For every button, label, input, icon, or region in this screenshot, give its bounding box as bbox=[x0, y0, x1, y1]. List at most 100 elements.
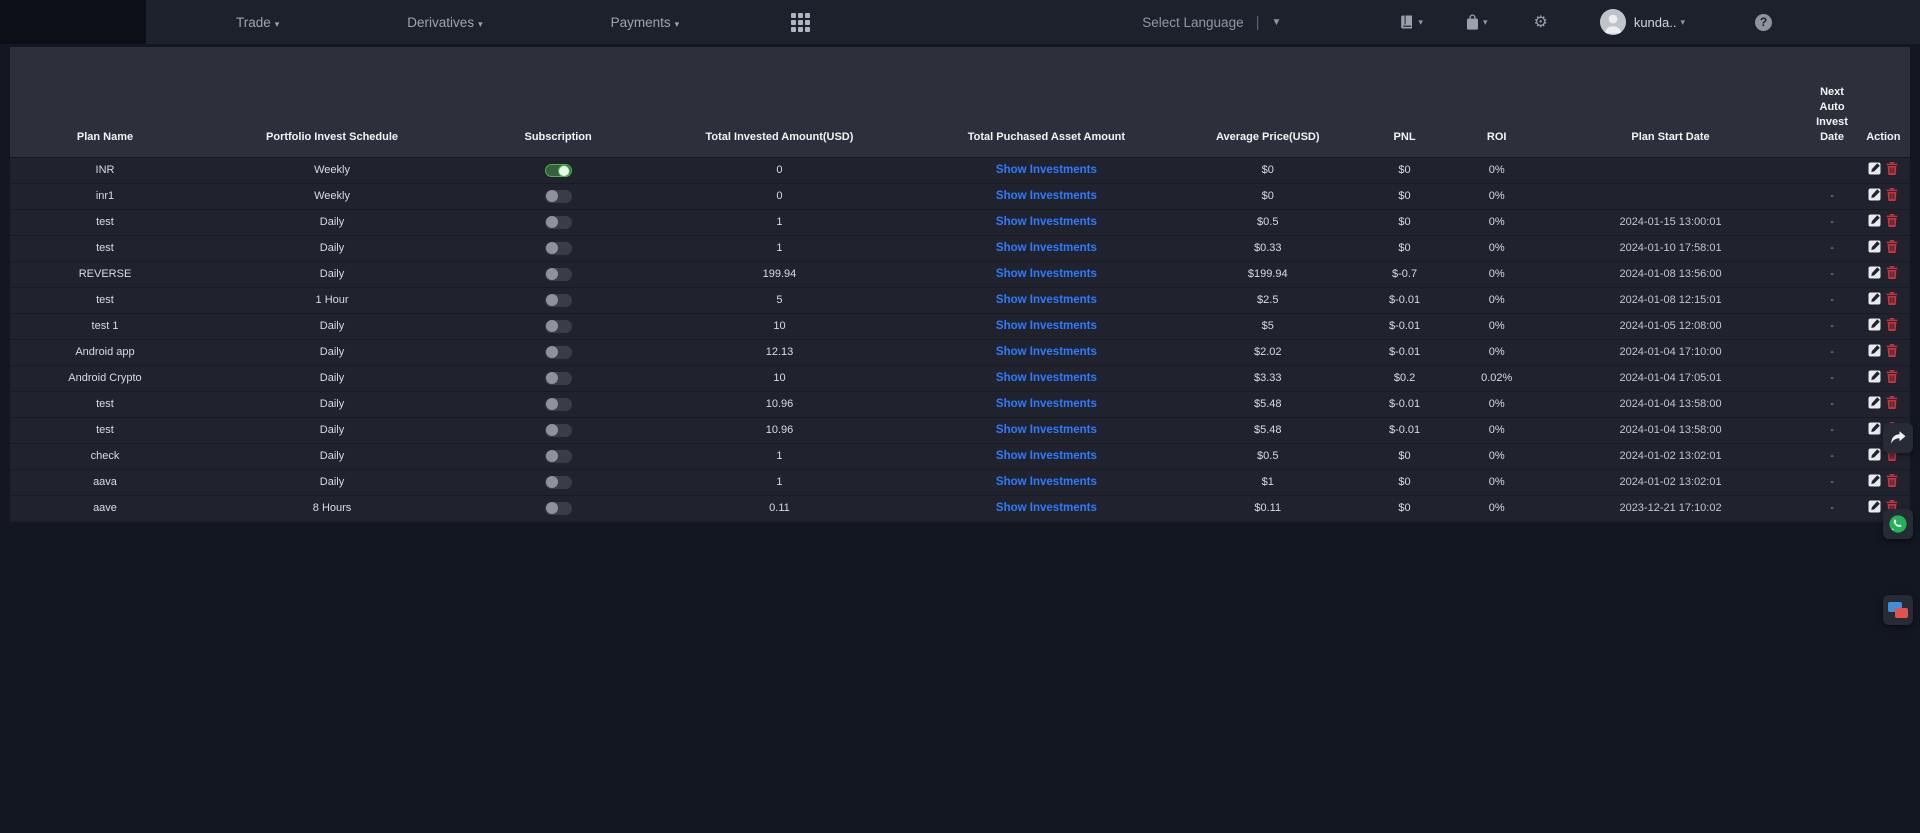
total-invested-cell: 10 bbox=[652, 314, 907, 340]
average-price-cell: $0 bbox=[1186, 158, 1349, 184]
edit-icon[interactable] bbox=[1868, 318, 1881, 331]
edit-icon[interactable] bbox=[1868, 422, 1881, 435]
plan-name-cell: aave bbox=[10, 496, 200, 523]
total-invested-cell: 1 bbox=[652, 470, 907, 496]
edit-icon[interactable] bbox=[1868, 162, 1881, 175]
show-investments-link[interactable]: Show Investments bbox=[996, 450, 1097, 462]
edit-icon[interactable] bbox=[1868, 500, 1881, 513]
delete-trash-icon[interactable] bbox=[1886, 214, 1898, 227]
delete-trash-icon[interactable] bbox=[1886, 292, 1898, 305]
user-menu[interactable]: kunda.. ▾ bbox=[1600, 9, 1685, 35]
subscription-toggle[interactable] bbox=[545, 450, 572, 463]
show-investments-link[interactable]: Show Investments bbox=[996, 190, 1097, 202]
language-selector[interactable]: Select Language | ▼ bbox=[1142, 14, 1281, 31]
subscription-toggle[interactable] bbox=[545, 398, 572, 411]
total-invested-cell: 0 bbox=[652, 184, 907, 210]
average-price-cell: $0 bbox=[1186, 184, 1349, 210]
subscription-toggle[interactable] bbox=[545, 424, 572, 437]
action-cell bbox=[1857, 340, 1910, 366]
edit-icon[interactable] bbox=[1868, 448, 1881, 461]
help-icon[interactable]: ? bbox=[1755, 14, 1772, 31]
show-investments-link[interactable]: Show Investments bbox=[996, 476, 1097, 488]
next-auto-invest-date-cell: - bbox=[1807, 236, 1856, 262]
edit-icon[interactable] bbox=[1868, 370, 1881, 383]
subscription-toggle[interactable] bbox=[545, 294, 572, 307]
next-auto-invest-date-cell: - bbox=[1807, 210, 1856, 236]
pnl-cell: $0 bbox=[1349, 158, 1459, 184]
show-investments-link[interactable]: Show Investments bbox=[996, 216, 1097, 228]
show-investments-link[interactable]: Show Investments bbox=[996, 398, 1097, 410]
apps-grid-icon[interactable] bbox=[791, 13, 810, 32]
shopping-bag-icon bbox=[1465, 14, 1480, 31]
delete-trash-icon[interactable] bbox=[1886, 240, 1898, 253]
invest-schedule-cell: Daily bbox=[200, 314, 464, 340]
language-label: Select Language bbox=[1142, 15, 1243, 30]
subscription-toggle[interactable] bbox=[545, 216, 572, 229]
next-auto-invest-date-cell: - bbox=[1807, 314, 1856, 340]
subscription-toggle[interactable] bbox=[545, 502, 572, 515]
next-auto-invest-date-cell: - bbox=[1807, 444, 1856, 470]
action-cell bbox=[1857, 184, 1910, 210]
edit-icon[interactable] bbox=[1868, 344, 1881, 357]
subscription-toggle[interactable] bbox=[545, 346, 572, 359]
subscription-toggle[interactable] bbox=[545, 372, 572, 385]
show-investments-link[interactable]: Show Investments bbox=[996, 242, 1097, 254]
pnl-cell: $0 bbox=[1349, 184, 1459, 210]
total-purchased-cell: Show Investments bbox=[907, 418, 1186, 444]
edit-icon[interactable] bbox=[1868, 266, 1881, 279]
invest-schedule-cell: 1 Hour bbox=[200, 288, 464, 314]
subscription-cell bbox=[464, 470, 652, 496]
menu-payments[interactable]: Payments▾ bbox=[611, 15, 680, 30]
show-investments-link[interactable]: Show Investments bbox=[996, 294, 1097, 306]
edit-icon[interactable] bbox=[1868, 474, 1881, 487]
average-price-cell: $2.5 bbox=[1186, 288, 1349, 314]
share-float-button[interactable] bbox=[1883, 423, 1913, 453]
roi-cell: 0% bbox=[1460, 262, 1534, 288]
delete-trash-icon[interactable] bbox=[1886, 318, 1898, 331]
subscription-toggle[interactable] bbox=[545, 190, 572, 203]
delete-trash-icon[interactable] bbox=[1886, 396, 1898, 409]
subscription-toggle[interactable] bbox=[545, 164, 572, 177]
subscription-cell bbox=[464, 210, 652, 236]
edit-icon[interactable] bbox=[1868, 396, 1881, 409]
whatsapp-float-button[interactable] bbox=[1883, 509, 1913, 539]
pnl-cell: $0.2 bbox=[1349, 366, 1459, 392]
delete-trash-icon[interactable] bbox=[1886, 474, 1898, 487]
delete-trash-icon[interactable] bbox=[1886, 266, 1898, 279]
settings-gear-icon[interactable]: ⚙ bbox=[1533, 12, 1547, 32]
edit-icon[interactable] bbox=[1868, 240, 1881, 253]
edit-icon[interactable] bbox=[1868, 188, 1881, 201]
chat-float-button[interactable] bbox=[1883, 595, 1913, 625]
shop-menu[interactable]: ▾ bbox=[1465, 14, 1488, 31]
delete-trash-icon[interactable] bbox=[1886, 162, 1898, 175]
col-pnl: PNL bbox=[1349, 47, 1459, 158]
show-investments-link[interactable]: Show Investments bbox=[996, 372, 1097, 384]
subscription-toggle[interactable] bbox=[545, 268, 572, 281]
show-investments-link[interactable]: Show Investments bbox=[996, 502, 1097, 514]
show-investments-link[interactable]: Show Investments bbox=[996, 424, 1097, 436]
subscription-toggle[interactable] bbox=[545, 242, 572, 255]
edit-icon[interactable] bbox=[1868, 292, 1881, 305]
total-purchased-cell: Show Investments bbox=[907, 366, 1186, 392]
plan-start-date-cell: 2024-01-10 17:58:01 bbox=[1534, 236, 1808, 262]
orders-menu[interactable]: ▾ bbox=[1399, 14, 1423, 30]
show-investments-link[interactable]: Show Investments bbox=[996, 164, 1097, 176]
show-investments-link[interactable]: Show Investments bbox=[996, 346, 1097, 358]
chevron-down-icon: ▾ bbox=[478, 19, 483, 29]
delete-trash-icon[interactable] bbox=[1886, 188, 1898, 201]
roi-cell: 0% bbox=[1460, 444, 1534, 470]
book-icon bbox=[1399, 14, 1415, 30]
delete-trash-icon[interactable] bbox=[1886, 344, 1898, 357]
subscription-toggle[interactable] bbox=[545, 476, 572, 489]
show-investments-link[interactable]: Show Investments bbox=[996, 320, 1097, 332]
show-investments-link[interactable]: Show Investments bbox=[996, 268, 1097, 280]
delete-trash-icon[interactable] bbox=[1886, 370, 1898, 383]
table-row: test Daily 1 Show Investments $0.33 $0 0… bbox=[10, 236, 1910, 262]
menu-derivatives[interactable]: Derivatives▾ bbox=[407, 15, 482, 30]
subscription-toggle[interactable] bbox=[545, 320, 572, 333]
menu-trade[interactable]: Trade▾ bbox=[236, 15, 279, 30]
action-cell bbox=[1857, 262, 1910, 288]
total-invested-cell: 199.94 bbox=[652, 262, 907, 288]
edit-icon[interactable] bbox=[1868, 214, 1881, 227]
table-row: test 1 Hour 5 Show Investments $2.5 $-0.… bbox=[10, 288, 1910, 314]
